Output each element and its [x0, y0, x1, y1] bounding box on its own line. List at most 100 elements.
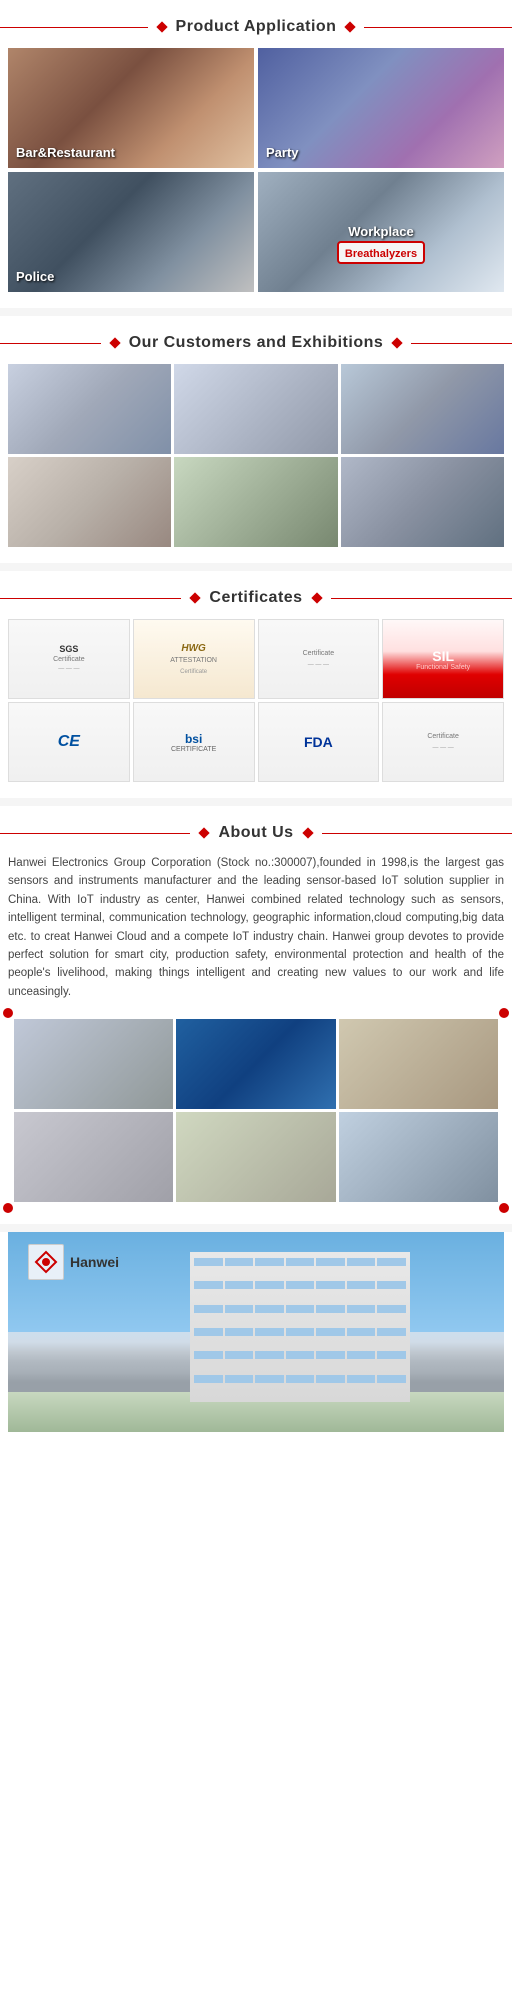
customer-item-6	[341, 457, 504, 547]
certificate-1: SGS Certificate — — —	[8, 619, 130, 699]
certificate-4-sil: SIL Functional Safety	[382, 619, 504, 699]
building-container: Hanwei	[0, 1232, 512, 1448]
about-photo-3	[339, 1019, 498, 1109]
certificates-bottom-row: CE bsi CERTIFICATE FDA Certificate — — —	[8, 702, 504, 782]
workplace-overlay: Workplace Breathalyzers	[266, 224, 496, 264]
window	[377, 1351, 406, 1359]
about-photos-bottom	[14, 1112, 498, 1202]
diamond-icon-right	[345, 21, 356, 32]
window	[316, 1375, 345, 1383]
window	[255, 1305, 284, 1313]
window	[377, 1328, 406, 1336]
window	[225, 1375, 254, 1383]
hanwei-icon	[28, 1244, 64, 1280]
window	[316, 1351, 345, 1359]
customer-item-1	[8, 364, 171, 454]
workplace-badge: Breathalyzers	[337, 241, 425, 264]
certificates-grid-container: SGS Certificate — — — HWG ATTESTATION Ce…	[0, 619, 512, 798]
workplace-badge-text: Breathalyzers	[345, 248, 417, 260]
product-grid: Bar&Restaurant Party Police Workplace Br…	[8, 48, 504, 292]
customer-item-5	[174, 457, 337, 547]
ce-badge: CE	[58, 733, 80, 751]
customer-item-4	[8, 457, 171, 547]
customer-item-3	[341, 364, 504, 454]
window	[347, 1351, 376, 1359]
window	[286, 1305, 315, 1313]
diamond-icon-right-3	[311, 592, 322, 603]
window	[255, 1281, 284, 1289]
customers-title: Our Customers and Exhibitions	[129, 334, 384, 352]
window	[286, 1375, 315, 1383]
certificate-7-fda: FDA	[258, 702, 380, 782]
window	[194, 1258, 223, 1266]
customers-grid	[8, 364, 504, 547]
window	[286, 1328, 315, 1336]
product-label-bar: Bar&Restaurant	[16, 145, 115, 160]
about-us-content: Hanwei Electronics Group Corporation (St…	[0, 854, 512, 1224]
about-us-header: About Us	[0, 806, 512, 854]
about-us-text: Hanwei Electronics Group Corporation (St…	[8, 854, 504, 1001]
certificate-3: Certificate — — —	[258, 619, 380, 699]
window	[316, 1305, 345, 1313]
about-photo-2	[176, 1019, 335, 1109]
window	[377, 1375, 406, 1383]
window	[316, 1328, 345, 1336]
window	[225, 1351, 254, 1359]
window	[194, 1375, 223, 1383]
about-photos-top	[14, 1019, 498, 1109]
certificate-5-ce: CE	[8, 702, 130, 782]
certificates-header: Certificates	[0, 571, 512, 619]
window	[194, 1328, 223, 1336]
diamond-icon-left-4	[199, 827, 210, 838]
window	[316, 1258, 345, 1266]
divider-2	[0, 563, 512, 571]
hanwei-logo: Hanwei	[28, 1244, 119, 1280]
window	[225, 1328, 254, 1336]
product-label-police: Police	[16, 269, 54, 284]
window	[347, 1305, 376, 1313]
window	[347, 1258, 376, 1266]
diamond-icon-right-4	[302, 827, 313, 838]
product-application-title: Product Application	[176, 18, 337, 36]
certificate-2: HWG ATTESTATION Certificate	[133, 619, 255, 699]
product-item-bar: Bar&Restaurant	[8, 48, 254, 168]
window	[255, 1328, 284, 1336]
customers-grid-container	[0, 364, 512, 563]
divider-1	[0, 308, 512, 316]
about-photos-wrapper	[8, 1013, 504, 1208]
about-photo-4	[14, 1112, 173, 1202]
window	[255, 1375, 284, 1383]
certificates-title: Certificates	[209, 589, 302, 607]
certificates-section: Certificates SGS Certificate — — — HWG A…	[0, 571, 512, 798]
hanwei-logo-svg	[32, 1248, 60, 1276]
certificate-8: Certificate — — —	[382, 702, 504, 782]
window	[377, 1258, 406, 1266]
window	[194, 1305, 223, 1313]
customers-header: Our Customers and Exhibitions	[0, 316, 512, 364]
window	[255, 1258, 284, 1266]
window	[225, 1305, 254, 1313]
certificates-top-row: SGS Certificate — — — HWG ATTESTATION Ce…	[8, 619, 504, 699]
product-item-party: Party	[258, 48, 504, 168]
product-item-police: Police	[8, 172, 254, 292]
product-application-header: Product Application	[0, 0, 512, 48]
window	[286, 1258, 315, 1266]
diamond-icon-left	[156, 21, 167, 32]
window	[316, 1281, 345, 1289]
window	[255, 1351, 284, 1359]
product-label-party: Party	[266, 145, 299, 160]
building-windows	[190, 1252, 410, 1402]
building-section: Hanwei	[0, 1232, 512, 1448]
about-photo-1	[14, 1019, 173, 1109]
window	[194, 1281, 223, 1289]
window	[194, 1351, 223, 1359]
product-item-workplace: Workplace Breathalyzers	[258, 172, 504, 292]
window	[347, 1281, 376, 1289]
window	[286, 1351, 315, 1359]
window	[377, 1281, 406, 1289]
window	[225, 1258, 254, 1266]
diamond-icon-right-2	[392, 337, 403, 348]
certificate-6-bsi: bsi CERTIFICATE	[133, 702, 255, 782]
customer-item-2	[174, 364, 337, 454]
window	[377, 1305, 406, 1313]
